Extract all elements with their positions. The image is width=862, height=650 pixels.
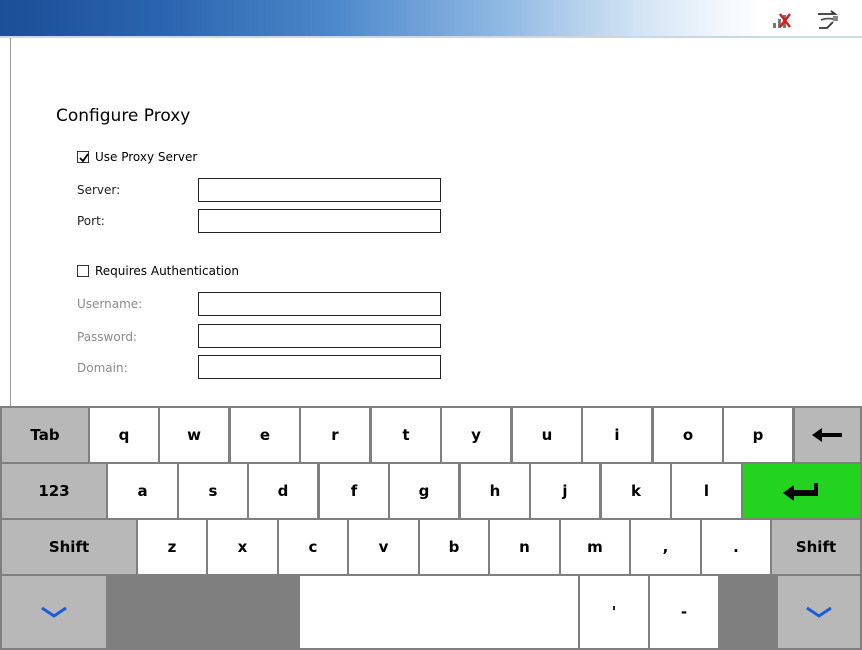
port-input[interactable] <box>198 209 441 233</box>
key-b[interactable]: b <box>420 520 488 574</box>
keyboard-blank-area <box>108 576 298 648</box>
key-q[interactable]: q <box>90 408 158 462</box>
key-z[interactable]: z <box>138 520 206 574</box>
shift-right-key[interactable]: Shift <box>772 520 860 574</box>
backspace-arrow-icon <box>811 428 842 442</box>
key-p[interactable]: p <box>724 408 792 462</box>
shift-left-key[interactable]: Shift <box>2 520 136 574</box>
key-y[interactable]: y <box>442 408 510 462</box>
key-g[interactable]: g <box>390 464 458 518</box>
key-s[interactable]: s <box>179 464 247 518</box>
key-h[interactable]: h <box>461 464 529 518</box>
server-label: Server: <box>77 183 121 197</box>
title-bar <box>0 0 862 38</box>
requires-auth-checkbox-row[interactable]: Requires Authentication <box>77 263 239 279</box>
tab-key[interactable]: Tab <box>2 408 88 462</box>
key-a[interactable]: a <box>108 464 177 518</box>
enter-arrow-icon <box>782 483 818 501</box>
key-apostrophe[interactable]: ' <box>580 576 648 648</box>
key-f[interactable]: f <box>320 464 388 518</box>
title-bar-divider <box>0 36 862 38</box>
domain-label: Domain: <box>77 361 128 375</box>
key-u[interactable]: u <box>513 408 581 462</box>
key-w[interactable]: w <box>160 408 228 462</box>
key-v[interactable]: v <box>349 520 418 574</box>
key-k[interactable]: k <box>602 464 670 518</box>
page-title: Configure Proxy <box>56 106 191 126</box>
key-dash[interactable]: - <box>650 576 718 648</box>
proxy-connection-icon[interactable] <box>815 8 839 32</box>
network-disconnected-icon[interactable] <box>770 8 794 32</box>
use-proxy-checkbox[interactable] <box>77 151 89 163</box>
username-input[interactable] <box>198 292 441 316</box>
use-proxy-label: Use Proxy Server <box>95 150 198 164</box>
chevron-down-icon <box>806 606 832 618</box>
use-proxy-checkbox-row[interactable]: Use Proxy Server <box>77 149 197 165</box>
key-i[interactable]: i <box>583 408 651 462</box>
chevron-down-icon <box>41 606 67 618</box>
key-t[interactable]: t <box>372 408 440 462</box>
requires-auth-checkbox[interactable] <box>77 265 89 277</box>
content-left-border <box>10 38 11 406</box>
key-d[interactable]: d <box>249 464 317 518</box>
key-o[interactable]: o <box>654 408 722 462</box>
key-r[interactable]: r <box>301 408 369 462</box>
numbers-key[interactable]: 123 <box>2 464 106 518</box>
key-comma[interactable]: , <box>631 520 700 574</box>
keyboard-blank-area-right <box>720 576 776 648</box>
port-label: Port: <box>77 214 105 228</box>
on-screen-keyboard: Tab q w e r t y u i o p 123 a s d f g h … <box>0 406 862 650</box>
key-j[interactable]: j <box>531 464 599 518</box>
password-input[interactable] <box>198 324 441 348</box>
hide-keyboard-right-key[interactable] <box>778 576 860 648</box>
username-label: Username: <box>77 297 143 311</box>
key-c[interactable]: c <box>279 520 347 574</box>
domain-input[interactable] <box>198 355 441 379</box>
enter-key[interactable] <box>743 464 860 518</box>
hide-keyboard-left-key[interactable] <box>2 576 106 648</box>
key-m[interactable]: m <box>561 520 629 574</box>
requires-auth-label: Requires Authentication <box>95 264 239 278</box>
key-l[interactable]: l <box>672 464 741 518</box>
key-x[interactable]: x <box>208 520 277 574</box>
server-input[interactable] <box>198 178 441 202</box>
backspace-key[interactable] <box>795 408 860 462</box>
key-e[interactable]: e <box>231 408 299 462</box>
key-period[interactable]: . <box>702 520 770 574</box>
password-label: Password: <box>77 330 138 344</box>
space-key[interactable] <box>300 576 578 648</box>
key-n[interactable]: n <box>490 520 559 574</box>
